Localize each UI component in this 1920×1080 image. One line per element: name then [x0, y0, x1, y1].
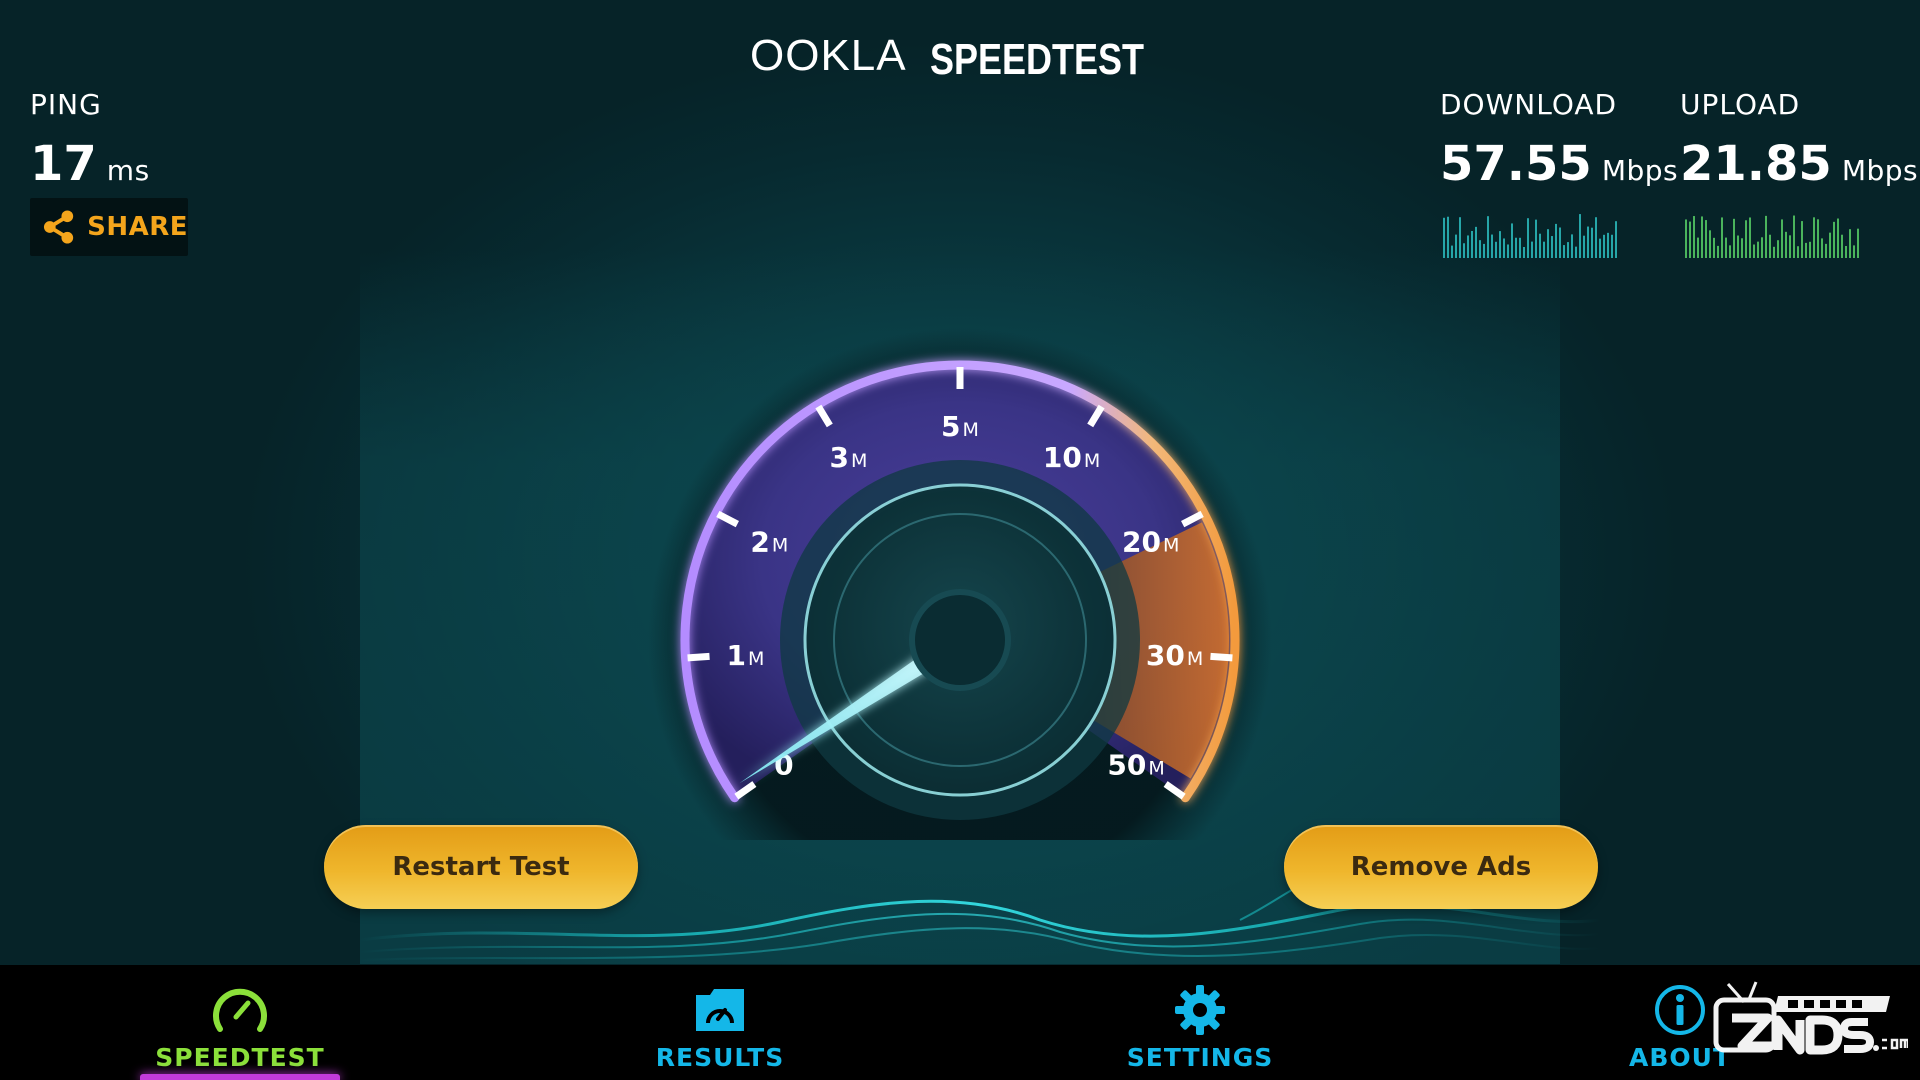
nav-tab-speedtest[interactable]: SPEEDTEST — [110, 965, 370, 1080]
gauge-tick — [687, 652, 710, 662]
upload-sparkline — [1685, 215, 1859, 258]
ping-label: PING — [30, 88, 102, 121]
download-label: DOWNLOAD — [1440, 88, 1618, 121]
gauge-tick — [1210, 652, 1233, 662]
upload-unit: Mbps — [1841, 154, 1919, 187]
bottom-nav: SPEEDTEST RESULTS SETTINGS ABOUT — [0, 965, 1920, 1080]
share-button[interactable]: SHARE — [30, 198, 188, 256]
znds-watermark-logo — [1713, 981, 1908, 1055]
nav-active-indicator — [140, 1074, 340, 1080]
particle-wave — [359, 867, 1601, 961]
info-icon — [1655, 985, 1705, 1035]
share-label: SHARE — [87, 212, 188, 242]
gear-icon — [1175, 985, 1225, 1035]
folder-gauge-icon — [696, 989, 744, 1031]
restart-test-button[interactable]: Restart Test — [324, 825, 638, 909]
speed-gauge: 01 M2 M3 M5 M10 M20 M30 M50 M — [648, 328, 1272, 840]
ping-readout: 17 ms — [30, 136, 150, 192]
speedometer-icon — [213, 988, 267, 1032]
ping-value: 17 — [30, 136, 97, 192]
brand-right-text: SPEEDTEST — [930, 36, 1144, 84]
upload-readout: 21.85 Mbps — [1680, 136, 1918, 192]
download-readout: 57.55 Mbps — [1440, 136, 1678, 192]
gauge-hub — [909, 589, 1011, 691]
nav-tab-results[interactable]: RESULTS — [590, 965, 850, 1080]
nav-label-speedtest: SPEEDTEST — [155, 1043, 325, 1072]
brand-left-text: OOKLA — [750, 31, 907, 80]
speedtest-app: OOKLA SPEEDTEST PING 17 ms SHARE DOWNLOAD… — [0, 0, 1920, 1080]
download-sparkline — [1443, 214, 1617, 258]
ping-unit: ms — [106, 154, 150, 187]
nav-label-settings: SETTINGS — [1126, 1043, 1274, 1072]
upload-value: 21.85 — [1680, 136, 1832, 192]
ookla-speedtest-logo: OOKLA SPEEDTEST — [750, 31, 1144, 84]
nav-tab-settings[interactable]: SETTINGS — [1070, 965, 1330, 1080]
upload-label: UPLOAD — [1680, 88, 1801, 121]
nav-label-results: RESULTS — [655, 1043, 785, 1072]
brand-header: OOKLA SPEEDTEST — [0, 22, 1920, 92]
remove-ads-button[interactable]: Remove Ads — [1284, 825, 1598, 909]
download-unit: Mbps — [1601, 154, 1679, 187]
download-value: 57.55 — [1440, 136, 1592, 192]
share-icon — [43, 210, 74, 244]
